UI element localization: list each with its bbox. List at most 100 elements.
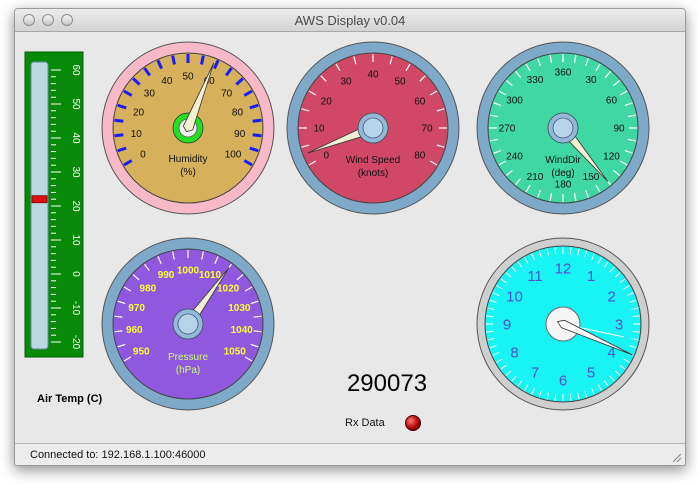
temperature-marker [31,195,48,204]
app-window: AWS Display v0.04 60 50 40 30 20 10 0 -10 -20 01… [14,8,686,466]
gauge-tick-label: 60 [414,97,426,108]
wind-direction-gauge: 360 30 60 90 120150 180 210 240 270 300 330 WindDir… [476,41,650,215]
air-temp-label: Air Temp (C) [37,393,103,405]
gauge-caption: Humidity [169,154,208,165]
gauge-tick-label: 40 [367,70,379,81]
gauge-tick-label: 210 [527,172,544,183]
pressure-tick [114,315,123,318]
humidity-tick [252,133,262,138]
counter-readout: 290073 [346,370,428,397]
gauge-tick-label: 80 [232,107,244,118]
gauge-tick-label: 80 [414,151,426,162]
gauge-tick-label: 6 [559,372,567,389]
thermometer-tick-label: -10 [70,301,81,316]
gauge-tick-label: 980 [140,283,157,294]
window-title: AWS Display v0.04 [294,13,406,28]
gauge-tick-label: 10 [506,288,523,305]
gauge-tick-label: 2 [607,288,615,305]
humidity-tick [252,118,262,123]
gauge-tick-label: 30 [340,77,352,88]
resize-grip-icon[interactable] [671,452,681,462]
thermometer-tick-label: -20 [70,335,81,350]
gauge-tick-label: 40 [161,76,173,87]
gauge-caption: Wind Speed [346,155,400,166]
gauge-tick-label: 1030 [228,303,251,314]
humidity-tick [114,133,124,138]
thermometer-tick-label: 40 [70,132,81,144]
gauge-tick-label: 50 [182,72,194,83]
thermometer-tube [30,61,49,350]
gauge-tick-label: 50 [394,77,406,88]
gauge-tick-label: 960 [126,325,143,336]
pressure-hub [177,313,199,335]
gauge-tick-label: 30 [144,89,156,100]
thermometer-tick-label: 60 [70,64,81,76]
gauge-tick-label: 1000 [177,266,200,277]
thermometer-tick-label: 0 [70,271,81,277]
rx-data-led [405,415,421,431]
thermometer-tick-label: 20 [70,200,81,212]
thermometer-tick-label: 30 [70,166,81,178]
gauge-tick-label: 240 [506,152,523,163]
wind-speed-hub [362,117,384,139]
pressure-tick [114,330,123,333]
wind-direction-hub [552,117,574,139]
gauge-tick-label: 90 [613,124,625,135]
gauge-tick-label: 20 [133,107,145,118]
gauge-caption: (knots) [358,168,389,179]
gauge-tick-label: 1020 [217,283,240,294]
gauge-tick-label: 12 [555,260,572,277]
gauge-tick-label: 60 [606,96,618,107]
pressure-gauge: 950 960 970 980990 1000 1010 1020 1030 1040 1050 P… [101,237,275,411]
gauge-tick-label: 5 [587,365,595,382]
thermometer-tick-label: 10 [70,234,81,246]
gauge-tick-label: 1040 [231,325,254,336]
gauge-tick-label: 10 [313,124,325,135]
gauge-tick-label: 360 [555,68,572,79]
gauge-caption: (deg) [551,168,574,179]
gauge-tick-label: 180 [555,180,572,191]
gauge-tick-label: 11 [527,268,543,285]
title-bar: AWS Display v0.04 [15,9,685,32]
gauge-tick-label: 10 [131,129,143,140]
gauge-tick-label: 100 [225,150,242,161]
humidity-gauge: 010203040 50 60708090100Humidity(%) [101,41,275,215]
clock-gauge: 12 1234567891011 [476,237,650,411]
gauge-caption: (hPa) [176,365,200,376]
gauge-caption: Pressure [168,352,208,363]
gauge-tick-label: 950 [133,347,150,358]
pressure-tick [253,330,262,333]
gauge-tick-label: 7 [531,365,539,382]
gauge-tick-label: 150 [583,172,600,183]
gauge-tick-label: 970 [128,303,145,314]
thermometer-tick-label: 50 [70,98,81,110]
gauge-tick-label: 0 [140,150,146,161]
thermometer: 60 50 40 30 20 10 0 -10 -20 [24,51,84,358]
gauge-tick-label: 3 [615,316,623,333]
gauge-caption: (%) [180,167,196,178]
humidity-tick [200,55,205,65]
gauge-tick-label: 1050 [224,347,247,358]
gauge-tick-label: 1010 [199,270,222,281]
gauge-tick-label: 330 [527,75,544,86]
gauge-tick-label: 9 [503,316,511,333]
gauge-tick-label: 990 [158,270,175,281]
gauge-tick-label: 90 [234,129,246,140]
pressure-tick [253,315,262,318]
humidity-tick [171,55,176,65]
connection-status: Connected to: 192.168.1.100:46000 [30,449,206,461]
rx-data-label: Rx Data [345,417,385,429]
gauge-tick-label: 300 [506,96,523,107]
gauge-tick-label: 70 [421,124,433,135]
status-bar: Connected to: 192.168.1.100:46000 [15,443,685,465]
gauge-tick-label: 20 [321,97,333,108]
gauge-tick-label: 270 [499,124,516,135]
gauge-tick-label: 0 [323,151,329,162]
gauge-tick-label: 30 [585,75,597,86]
gauge-caption: WindDir [545,155,581,166]
gauge-tick-label: 8 [510,344,518,361]
wind-speed-gauge: 0 10 20 30 40 50 60 70 80 Wind Speed (knots) [286,41,460,215]
dashboard: 60 50 40 30 20 10 0 -10 -20 0 10 20 30 40 50 60 70 80 90 1… [15,32,685,442]
gauge-tick-label: 120 [603,152,620,163]
gauge-tick-label: 1 [587,268,595,285]
